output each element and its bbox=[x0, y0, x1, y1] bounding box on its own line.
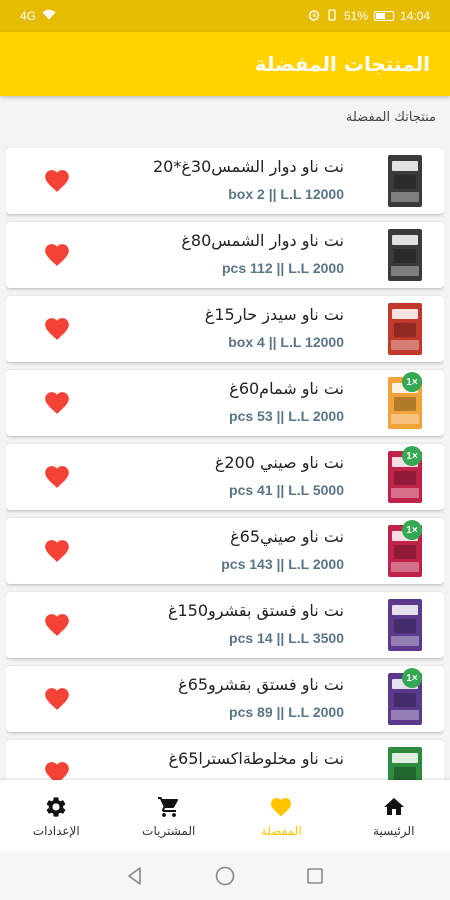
product-name: نت ناو فستق بقشرو150غ bbox=[167, 601, 344, 620]
section-label: منتجاتك المفضلة bbox=[345, 110, 436, 125]
favorites-list[interactable]: نت ناو دوار الشمس30غ*20 box 2 || L.L 1200… bbox=[6, 148, 444, 780]
product-image bbox=[388, 155, 422, 207]
nav-favorites-label: المفضلة bbox=[260, 823, 302, 838]
product-name: نت ناو صيني65غ bbox=[230, 527, 344, 546]
product-card[interactable]: نت ناو دوار الشمس80غ pcs 112 || L.L 2000 bbox=[6, 222, 444, 288]
quantity-badge: 1× bbox=[402, 520, 422, 540]
product-card[interactable]: نت ناو مخلوطةاكسترا65غ bbox=[6, 740, 444, 780]
nav-settings-label: الإعدادات bbox=[32, 823, 80, 838]
product-card[interactable]: 1× نت ناو شمام60غ pcs 53 || L.L 2000 bbox=[6, 370, 444, 436]
wifi-icon bbox=[42, 9, 56, 23]
favorite-heart-icon[interactable] bbox=[42, 391, 72, 417]
product-image bbox=[388, 229, 422, 281]
favorite-heart-icon[interactable] bbox=[42, 317, 72, 343]
product-price: pcs 41 || L.L 5000 bbox=[229, 482, 344, 498]
status-left: 4G bbox=[20, 9, 56, 23]
product-card[interactable]: 1× نت ناو صيني 200غ pcs 41 || L.L 5000 bbox=[6, 444, 444, 510]
nav-favorites[interactable]: المفضلة bbox=[231, 795, 331, 838]
product-name: نت ناو دوار الشمس30غ*20 bbox=[152, 157, 344, 176]
product-name: نت ناو صيني 200غ bbox=[214, 453, 344, 472]
back-icon[interactable] bbox=[123, 864, 147, 888]
product-name: نت ناو مخلوطةاكسترا65غ bbox=[168, 749, 344, 768]
nav-settings[interactable]: الإعدادات bbox=[6, 795, 106, 838]
nav-purchases-label: المشتريات bbox=[142, 823, 196, 838]
product-image bbox=[388, 303, 422, 355]
favorite-heart-icon[interactable] bbox=[42, 539, 72, 565]
system-nav-bar bbox=[0, 852, 450, 900]
quantity-badge: 1× bbox=[402, 372, 422, 392]
gear-icon bbox=[46, 796, 66, 817]
home-circle-icon[interactable] bbox=[213, 864, 237, 888]
product-price: box 4 || L.L 12000 bbox=[228, 334, 344, 350]
favorite-heart-icon[interactable] bbox=[42, 687, 72, 713]
product-image bbox=[388, 747, 422, 780]
product-price: pcs 89 || L.L 2000 bbox=[229, 704, 344, 720]
product-name: نت ناو سيدز حار15غ bbox=[204, 305, 344, 324]
product-card[interactable]: نت ناو فستق بقشرو150غ pcs 14 || L.L 3500 bbox=[6, 592, 444, 658]
alarm-icon bbox=[308, 9, 320, 24]
product-price: pcs 53 || L.L 2000 bbox=[229, 408, 344, 424]
product-name: نت ناو دوار الشمس80غ bbox=[181, 231, 344, 250]
product-image bbox=[388, 599, 422, 651]
product-price: pcs 112 || L.L 2000 bbox=[222, 260, 344, 276]
status-bar: 4G 51% 14:04 bbox=[0, 0, 450, 32]
nav-home[interactable]: الرئيسية bbox=[344, 795, 444, 838]
app-bar: المنتجات المفضلة bbox=[0, 32, 450, 96]
product-card[interactable]: نت ناو دوار الشمس30غ*20 box 2 || L.L 1200… bbox=[6, 148, 444, 214]
cart-icon bbox=[157, 796, 178, 817]
recents-icon[interactable] bbox=[303, 864, 327, 888]
clock: 14:04 bbox=[399, 9, 430, 23]
product-price: box 2 || L.L 12000 bbox=[228, 186, 344, 202]
product-card[interactable]: نت ناو سيدز حار15غ box 4 || L.L 12000 bbox=[6, 296, 444, 362]
nav-home-label: الرئيسية bbox=[373, 823, 415, 838]
bottom-nav: الإعدادات المشتريات المفضلة الرئيسية bbox=[0, 780, 450, 852]
favorite-heart-icon[interactable] bbox=[42, 243, 72, 269]
heart-icon bbox=[271, 797, 292, 816]
product-price: pcs 143 || L.L 2000 bbox=[221, 556, 344, 572]
battery-percent: 51% bbox=[343, 9, 368, 23]
quantity-badge: 1× bbox=[402, 668, 422, 688]
favorite-heart-icon[interactable] bbox=[42, 761, 72, 780]
favorite-heart-icon[interactable] bbox=[42, 613, 72, 639]
product-name: نت ناو شمام60غ bbox=[229, 379, 344, 398]
favorite-heart-icon[interactable] bbox=[42, 169, 72, 195]
product-price: pcs 14 || L.L 3500 bbox=[229, 630, 344, 646]
quantity-badge: 1× bbox=[402, 446, 422, 466]
nav-purchases[interactable]: المشتريات bbox=[119, 795, 219, 838]
status-right: 51% 14:04 bbox=[308, 8, 430, 24]
signal-indicator: 4G bbox=[20, 9, 37, 23]
product-name: نت ناو فستق بقشرو65غ bbox=[178, 675, 344, 694]
vibrate-icon bbox=[326, 8, 338, 24]
page-title: المنتجات المفضلة bbox=[254, 52, 430, 76]
product-card[interactable]: 1× نت ناو فستق بقشرو65غ pcs 89 || L.L 2000 bbox=[6, 666, 444, 732]
favorite-heart-icon[interactable] bbox=[42, 465, 72, 491]
product-card[interactable]: 1× نت ناو صيني65غ pcs 143 || L.L 2000 bbox=[6, 518, 444, 584]
home-icon bbox=[383, 797, 404, 815]
battery-icon bbox=[373, 11, 394, 21]
